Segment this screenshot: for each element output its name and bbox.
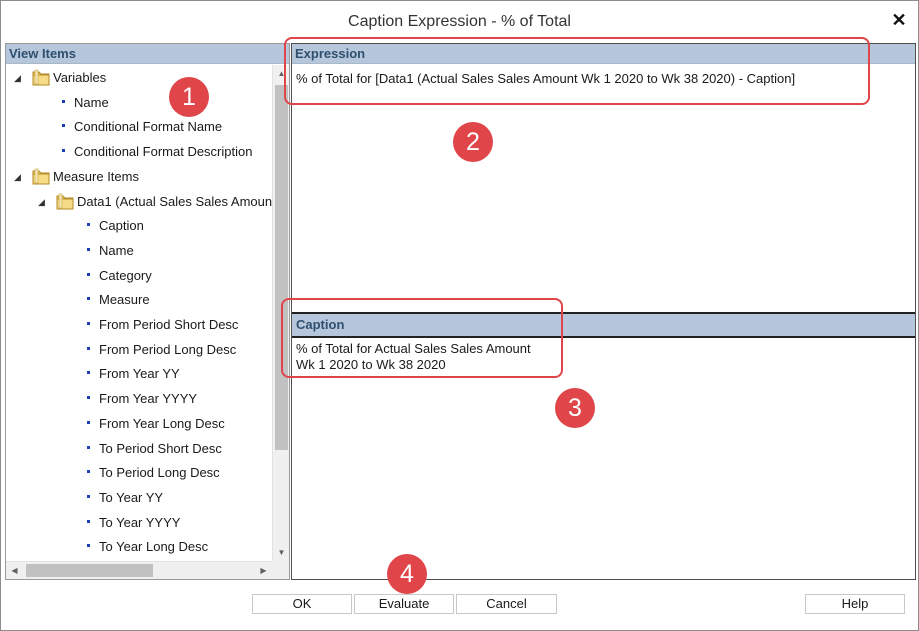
tree-item-label: To Year YYYY	[99, 514, 181, 530]
view-items-panel: View Items ◢ Variables Name Conditional For…	[5, 43, 290, 580]
tree-folder-label: Data1 (Actual Sales Sales Amount Wk 1 20…	[77, 193, 272, 209]
bullet-icon	[87, 519, 90, 523]
collapse-triangle-icon[interactable]: ◢	[38, 197, 48, 207]
bullet-icon	[87, 297, 90, 301]
bullet-icon	[87, 420, 90, 424]
tree-item[interactable]: From Year Long Desc	[6, 413, 272, 435]
dialog-title: Caption Expression - % of Total	[348, 13, 571, 30]
scroll-left-icon[interactable]: ◀	[6, 562, 23, 579]
tree-folder-variables[interactable]: ◢ Variables	[6, 67, 272, 89]
bullet-icon	[62, 149, 65, 153]
tree-item[interactable]: Name	[6, 240, 272, 262]
bullet-icon	[87, 544, 90, 548]
tree-item-label: From Year Long Desc	[99, 415, 225, 431]
bullet-icon	[87, 470, 90, 474]
tree-item[interactable]: From Period Short Desc	[6, 314, 272, 336]
bullet-icon	[87, 396, 90, 400]
close-icon[interactable]: ✕	[890, 11, 908, 29]
scrollbar-corner	[272, 561, 289, 579]
caption-highlight-box	[281, 298, 563, 378]
tree-item[interactable]: Category	[6, 265, 272, 287]
bullet-icon	[87, 494, 90, 498]
tree-folder-label: Measure Items	[53, 168, 139, 184]
bullet-icon	[87, 322, 90, 325]
bullet-icon	[87, 445, 90, 449]
horizontal-scroll-thumb[interactable]	[26, 564, 153, 577]
tree-horizontal-scrollbar[interactable]: ◀ ▶	[6, 561, 272, 579]
scroll-right-icon[interactable]: ▶	[255, 562, 272, 579]
tree-folder-label: Variables	[53, 70, 107, 85]
tree-item-label: Name	[99, 242, 134, 258]
tree-item-label: Measure	[99, 292, 150, 308]
tree-folder-data1[interactable]: ◢ Data1 (Actual Sales Sales Amount Wk 1 2…	[6, 191, 272, 213]
bullet-icon	[87, 247, 90, 251]
tree-item[interactable]: To Year Long Desc	[6, 536, 272, 558]
caption-expression-dialog: Caption Expression - % of Total ✕ View I…	[0, 0, 919, 631]
tree-item[interactable]: From Year YYYY	[6, 388, 272, 410]
tree-item-label: Category	[99, 267, 152, 283]
tree-item[interactable]: Measure	[6, 289, 272, 311]
folder-icon	[32, 168, 50, 185]
view-items-header: View Items	[6, 44, 289, 64]
title-bar: Caption Expression - % of Total ✕	[1, 1, 918, 41]
tree-item[interactable]: From Year YY	[6, 363, 272, 385]
tree-item[interactable]: To Year YYYY	[6, 512, 272, 534]
ok-button[interactable]: OK	[252, 594, 352, 614]
tree-item-label: Conditional Format Description	[74, 144, 253, 160]
collapse-triangle-icon[interactable]: ◢	[14, 73, 24, 83]
step-badge-1: 1	[169, 77, 209, 117]
bullet-icon	[62, 99, 65, 103]
tree-item-label: From Year YYYY	[99, 391, 198, 407]
tree-item[interactable]: To Year YY	[6, 487, 272, 509]
tree-item-label: From Period Long Desc	[99, 341, 237, 357]
folder-icon	[56, 193, 74, 210]
folder-icon	[32, 69, 50, 86]
step-badge-2: 2	[453, 122, 493, 162]
scroll-down-icon[interactable]: ▼	[273, 544, 289, 561]
bullet-icon	[87, 346, 90, 350]
cancel-button[interactable]: Cancel	[456, 594, 557, 614]
tree-item[interactable]: Conditional Format Name	[6, 116, 272, 138]
tree-folder-measure[interactable]: ◢ Measure Items	[6, 166, 272, 188]
help-button[interactable]: Help	[805, 594, 905, 614]
tree-item-label: From Period Short Desc	[99, 317, 239, 332]
tree-item-label: To Period Short Desc	[99, 440, 222, 456]
tree-item-label: Caption	[99, 218, 144, 234]
tree-item-label: To Year YY	[99, 489, 164, 505]
tree-item-label: From Year YY	[99, 366, 180, 382]
tree-item[interactable]: Name	[6, 92, 272, 114]
expression-highlight-box	[284, 37, 870, 105]
tree-item[interactable]: Caption	[6, 215, 272, 237]
bullet-icon	[87, 223, 90, 227]
tree-item[interactable]: From Period Long Desc	[6, 339, 272, 361]
tree-item-label: Conditional Format Name	[74, 119, 223, 135]
tree-item-label: To Period Long Desc	[99, 465, 220, 481]
tree-item[interactable]: To Period Short Desc	[6, 438, 272, 460]
bullet-icon	[87, 371, 90, 375]
evaluate-button[interactable]: Evaluate	[354, 594, 454, 614]
collapse-triangle-icon[interactable]: ◢	[14, 172, 24, 182]
vertical-scroll-thumb[interactable]	[275, 85, 288, 450]
bullet-icon	[87, 272, 90, 276]
bullet-icon	[62, 124, 65, 128]
step-badge-3: 3	[555, 388, 595, 428]
step-badge-4: 4	[387, 554, 427, 594]
view-items-tree: ◢ Variables Name Conditional Format Name Con…	[6, 65, 272, 561]
tree-item-label: To Year Long Desc	[99, 539, 209, 555]
tree-item[interactable]: Conditional Format Description	[6, 141, 272, 163]
tree-item-label: Name	[74, 94, 109, 110]
tree-item[interactable]: To Period Long Desc	[6, 462, 272, 484]
